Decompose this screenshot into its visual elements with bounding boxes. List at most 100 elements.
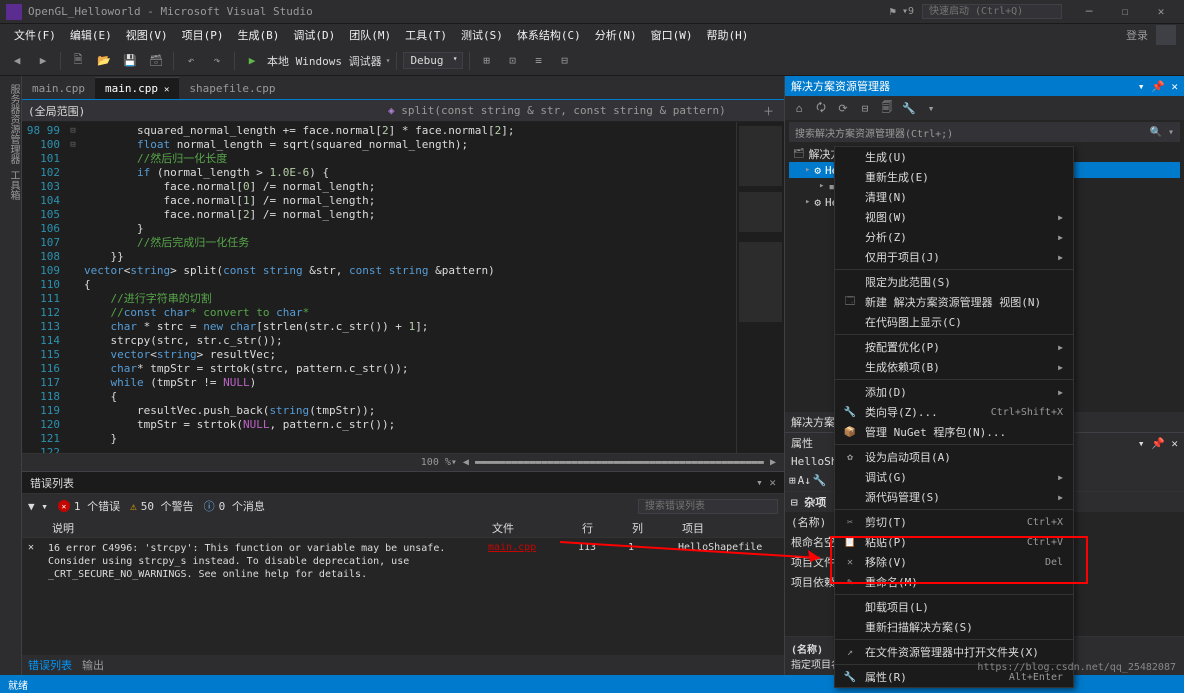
- context-menu-item[interactable]: 📦管理 NuGet 程序包(N)...: [835, 422, 1073, 442]
- col-line[interactable]: 行: [578, 520, 628, 536]
- context-menu-item[interactable]: 生成依赖项(B)▶: [835, 357, 1073, 377]
- home-icon[interactable]: ⌂: [789, 98, 809, 118]
- menu-tools[interactable]: 工具(T): [399, 25, 453, 45]
- zoom-level[interactable]: 100 % ▾ ◀ ▬▬▬▬▬▬▬▬▬▬▬▬▬▬▬▬▬▬▬▬▬▬▬▬▬▬▬▬▬▬…: [22, 453, 784, 471]
- debugger-label[interactable]: 本地 Windows 调试器: [267, 53, 382, 69]
- menu-debug[interactable]: 调试(D): [287, 25, 341, 45]
- separator: [60, 52, 61, 70]
- preview-icon[interactable]: ▾: [921, 98, 941, 118]
- toolbar-btn[interactable]: ⊡: [502, 50, 524, 72]
- function-dropdown[interactable]: ◈ split(const string & str, const string…: [388, 104, 763, 117]
- menu-edit[interactable]: 编辑(E): [64, 25, 118, 45]
- notif-flag-icon[interactable]: ⚑: [889, 5, 896, 18]
- context-menu-item[interactable]: 重新扫描解决方案(S): [835, 617, 1073, 637]
- context-menu-item[interactable]: 源代码管理(S)▶: [835, 487, 1073, 507]
- context-menu-item[interactable]: 清理(N): [835, 187, 1073, 207]
- config-dropdown[interactable]: Debug: [403, 52, 462, 69]
- wrench-icon[interactable]: 🔧: [813, 474, 827, 487]
- context-menu-item[interactable]: 📋粘贴(P)Ctrl+V: [835, 532, 1073, 552]
- tab-main1[interactable]: main.cpp: [22, 78, 95, 99]
- toolbar-btn[interactable]: ≡: [528, 50, 550, 72]
- toolbar-btn[interactable]: ⊞: [476, 50, 498, 72]
- prop-pin-icon[interactable]: ▾ 📌 ✕: [1138, 437, 1178, 450]
- menu-window[interactable]: 窗口(W): [645, 25, 699, 45]
- col-col[interactable]: 列: [628, 520, 678, 536]
- messages-filter[interactable]: ⓘ0 个消息: [204, 498, 265, 514]
- panel-dropdown-icon[interactable]: ▾ ✕: [756, 476, 776, 489]
- context-menu-item[interactable]: 生成(U): [835, 147, 1073, 167]
- quick-launch-input[interactable]: [922, 4, 1062, 19]
- context-menu-item[interactable]: 分析(Z)▶: [835, 227, 1073, 247]
- context-menu-item[interactable]: ↗在文件资源管理器中打开文件夹(X): [835, 642, 1073, 662]
- code-editor[interactable]: squared_normal_length += face.normal[2] …: [80, 122, 736, 453]
- menu-team[interactable]: 团队(M): [343, 25, 397, 45]
- undo-icon[interactable]: ↶: [180, 50, 202, 72]
- maximize-button[interactable]: ☐: [1108, 2, 1142, 22]
- context-menu-item[interactable]: 在代码图上显示(C): [835, 312, 1073, 332]
- start-debug-icon[interactable]: ▶: [241, 50, 263, 72]
- context-menu-item[interactable]: 仅用于项目(J)▶: [835, 247, 1073, 267]
- minimize-button[interactable]: ─: [1072, 2, 1106, 22]
- properties-icon[interactable]: 🔧: [899, 98, 919, 118]
- nav-back-icon[interactable]: ◀: [6, 50, 28, 72]
- refresh-icon[interactable]: 🗘: [811, 98, 831, 118]
- col-desc[interactable]: 说明: [48, 520, 488, 536]
- minimap[interactable]: [736, 122, 784, 453]
- warnings-filter[interactable]: ⚠50 个警告: [130, 498, 194, 514]
- context-menu-item[interactable]: 视图(W)▶: [835, 207, 1073, 227]
- context-menu-item[interactable]: 🔧类向导(Z)...Ctrl+Shift+X: [835, 402, 1073, 422]
- tab-main2[interactable]: main.cpp✕: [95, 77, 179, 99]
- solution-search-input[interactable]: 搜索解决方案资源管理器(Ctrl+;)🔍 ▾: [789, 122, 1180, 142]
- tab-close-icon[interactable]: ✕: [164, 85, 169, 95]
- left-tool-strip[interactable]: 服务器资源管理器 工具箱: [0, 76, 22, 675]
- panel-pin-icon[interactable]: ▾ 📌 ✕: [1138, 80, 1178, 93]
- menu-help[interactable]: 帮助(H): [701, 25, 755, 45]
- collapse-icon[interactable]: ⊟: [855, 98, 875, 118]
- tab-output[interactable]: 输出: [82, 657, 104, 673]
- menu-view[interactable]: 视图(V): [120, 25, 174, 45]
- context-menu-item[interactable]: ✎重命名(M): [835, 572, 1073, 592]
- save-icon[interactable]: 💾: [119, 50, 141, 72]
- context-menu-item[interactable]: ✕移除(V)Del: [835, 552, 1073, 572]
- login-link[interactable]: 登录: [1126, 27, 1148, 43]
- save-all-icon[interactable]: 🗃: [145, 50, 167, 72]
- scope-dropdown[interactable]: (全局范围): [28, 103, 388, 119]
- error-search-input[interactable]: [638, 499, 778, 514]
- tab-shapefile[interactable]: shapefile.cpp: [179, 78, 285, 99]
- col-file[interactable]: 文件: [488, 520, 578, 536]
- menu-build[interactable]: 生成(B): [232, 25, 286, 45]
- menu-project[interactable]: 项目(P): [176, 25, 230, 45]
- close-button[interactable]: ✕: [1144, 2, 1178, 22]
- redo-icon[interactable]: ↷: [206, 50, 228, 72]
- context-menu-item[interactable]: 添加(D)▶: [835, 382, 1073, 402]
- tab-error-list[interactable]: 错误列表: [28, 657, 72, 673]
- menu-file[interactable]: 文件(F): [8, 25, 62, 45]
- context-menu-item[interactable]: ✿设为启动项目(A): [835, 447, 1073, 467]
- menu-arch[interactable]: 体系结构(C): [511, 25, 587, 45]
- context-menu-item[interactable]: 按配置优化(P)▶: [835, 337, 1073, 357]
- fold-gutter[interactable]: ⊟ ⊟: [66, 122, 80, 453]
- notif-count[interactable]: ▾9: [902, 6, 914, 17]
- solution-toolbar: ⌂ 🗘 ⟳ ⊟ 🗐 🔧 ▾: [785, 96, 1184, 120]
- az-icon[interactable]: A↓: [798, 474, 811, 487]
- context-menu-item[interactable]: 卸载项目(L): [835, 597, 1073, 617]
- menu-analyze[interactable]: 分析(N): [589, 25, 643, 45]
- new-project-icon[interactable]: 🗎: [67, 50, 89, 72]
- sync-icon[interactable]: ⟳: [833, 98, 853, 118]
- context-menu-item[interactable]: 重新生成(E): [835, 167, 1073, 187]
- split-editor-icon[interactable]: ＋: [763, 103, 774, 119]
- context-menu-item[interactable]: 限定为此范围(S): [835, 272, 1073, 292]
- avatar-icon[interactable]: [1156, 25, 1176, 45]
- errors-filter[interactable]: ✕1 个错误: [58, 498, 120, 514]
- context-menu-item[interactable]: 🗔新建 解决方案资源管理器 视图(N): [835, 292, 1073, 312]
- menu-test[interactable]: 测试(S): [455, 25, 509, 45]
- open-icon[interactable]: 📂: [93, 50, 115, 72]
- cat-icon[interactable]: ⊞: [789, 474, 796, 487]
- show-all-icon[interactable]: 🗐: [877, 98, 897, 118]
- nav-fwd-icon[interactable]: ▶: [32, 50, 54, 72]
- toolbar-btn[interactable]: ⊟: [554, 50, 576, 72]
- col-project[interactable]: 项目: [678, 520, 778, 536]
- context-menu-item[interactable]: ✂剪切(T)Ctrl+X: [835, 512, 1073, 532]
- context-menu-item[interactable]: 调试(G)▶: [835, 467, 1073, 487]
- filter-dropdown-icon[interactable]: ▼ ▾: [28, 500, 48, 513]
